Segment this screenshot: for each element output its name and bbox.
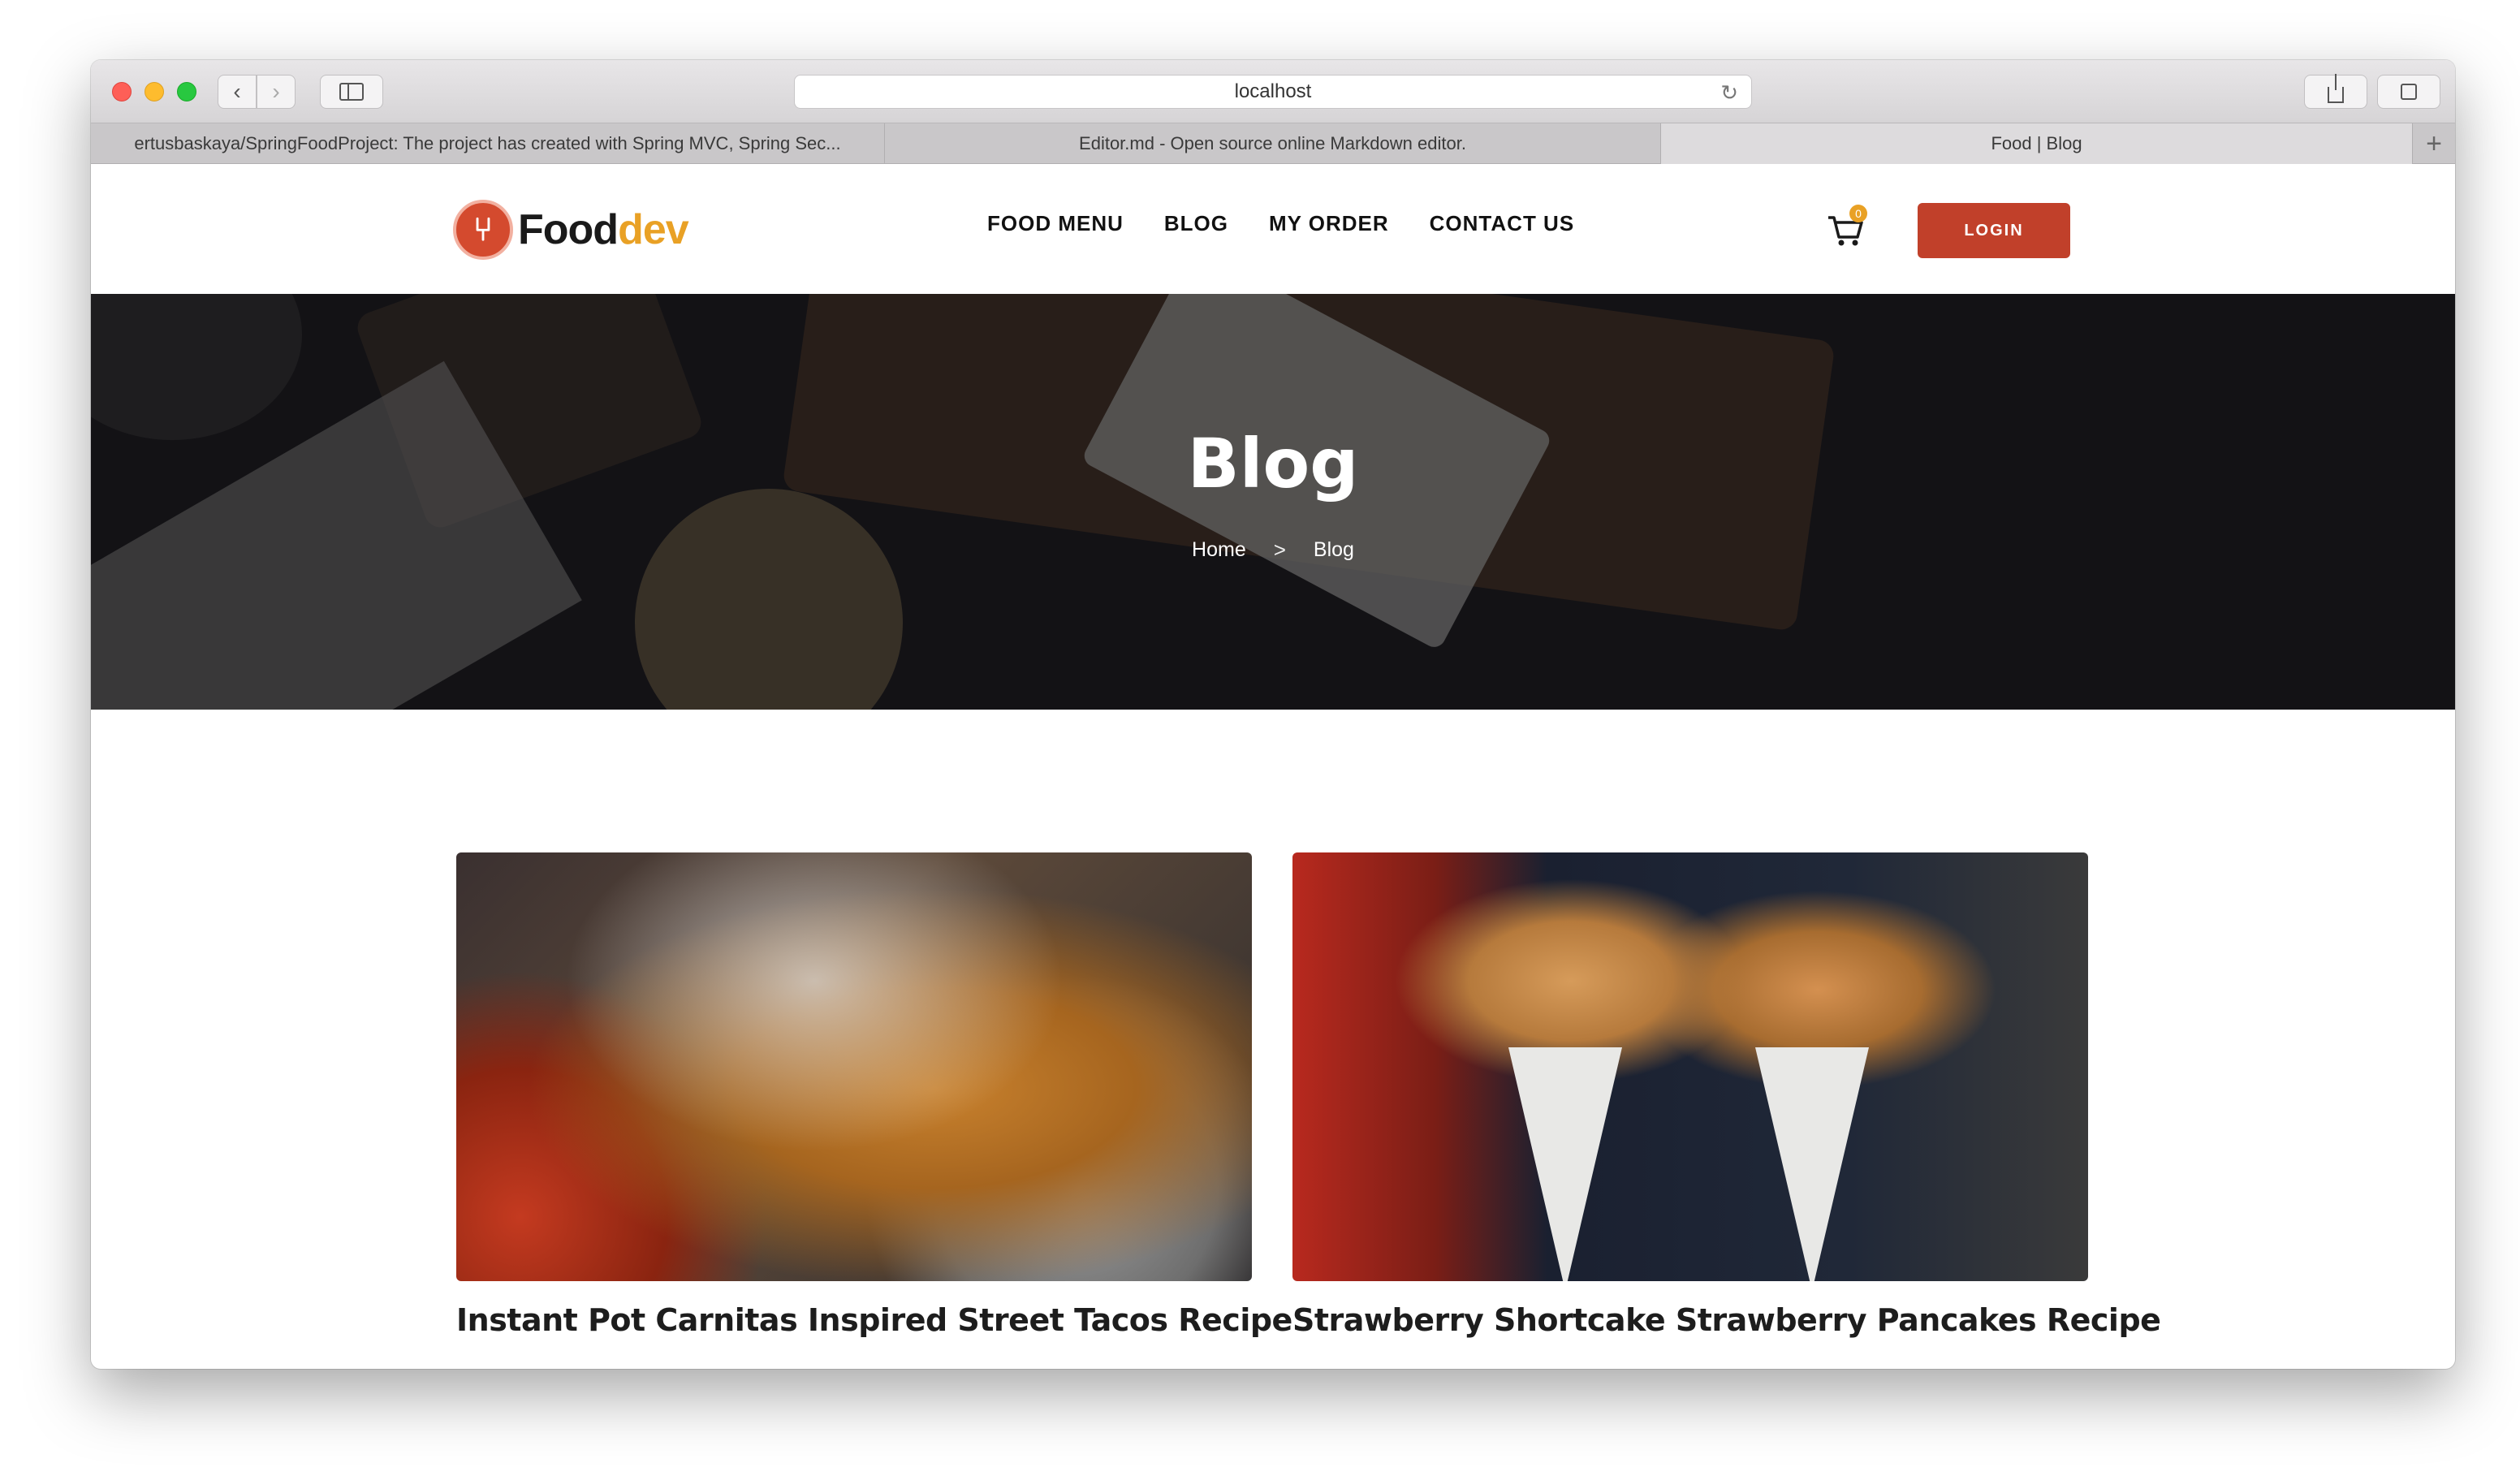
nav-contact-us[interactable]: CONTACT US <box>1430 211 1575 236</box>
back-button[interactable]: ‹ <box>218 75 257 109</box>
zoom-window-button[interactable] <box>177 82 196 101</box>
browser-tab[interactable]: Editor.md - Open source online Markdown … <box>885 123 1661 164</box>
nav-food-menu[interactable]: FOOD MENU <box>987 211 1124 236</box>
sidebar-icon <box>339 83 364 101</box>
url-text: localhost <box>1234 80 1312 102</box>
blog-post-card[interactable]: Instant Pot Carnitas Inspired Street Tac… <box>456 852 1292 1338</box>
logo-text: Fooddev <box>518 206 689 253</box>
blog-post-title[interactable]: Instant Pot Carnitas Inspired Street Tac… <box>456 1302 1292 1338</box>
page-title: Blog <box>1187 424 1359 503</box>
breadcrumb-home[interactable]: Home <box>1192 538 1246 562</box>
site-logo[interactable]: ⑂ Fooddev <box>453 200 689 260</box>
chevron-right-icon: › <box>272 79 280 104</box>
browser-titlebar: ‹ › localhost ↻ <box>91 60 2455 123</box>
address-bar[interactable]: localhost ↻ <box>794 75 1752 109</box>
page-hero: Blog Home > Blog <box>91 294 2455 710</box>
fork-spoon-icon: ⑂ <box>453 200 513 260</box>
blog-post-card[interactable]: Strawberry Shortcake Strawberry Pancakes… <box>1292 852 2161 1338</box>
new-tab-button[interactable]: + <box>2413 123 2455 164</box>
close-window-button[interactable] <box>112 82 132 101</box>
minimize-window-button[interactable] <box>145 82 164 101</box>
share-icon <box>2328 74 2344 103</box>
breadcrumb: Home > Blog <box>91 537 2455 563</box>
breadcrumb-current: Blog <box>1313 538 1354 561</box>
tabs-icon <box>2401 84 2417 100</box>
sidebar-toggle-button[interactable] <box>320 75 383 109</box>
browser-window: ‹ › localhost ↻ ertusbaskaya/SpringFoodP… <box>91 60 2455 1369</box>
main-nav: FOOD MENU BLOG MY ORDER CONTACT US <box>987 211 1574 236</box>
cart-button[interactable]: 0 <box>1825 205 1867 250</box>
chevron-right-icon: > <box>1273 537 1286 562</box>
share-button[interactable] <box>2304 74 2367 109</box>
street-food-photo[interactable] <box>456 852 1252 1281</box>
site-header: ⑂ Fooddev FOOD MENU BLOG MY ORDER CONTAC… <box>91 164 2455 294</box>
blog-post-title[interactable]: Strawberry Shortcake Strawberry Pancakes… <box>1292 1302 2161 1338</box>
chevron-left-icon: ‹ <box>233 79 241 104</box>
tab-bar: ertusbaskaya/SpringFoodProject: The proj… <box>91 123 2455 164</box>
tab-overview-button[interactable] <box>2377 75 2440 109</box>
login-button[interactable]: LOGIN <box>1918 203 2070 258</box>
browser-tab[interactable]: ertusbaskaya/SpringFoodProject: The proj… <box>91 123 885 164</box>
browser-tab-active[interactable]: Food | Blog <box>1661 123 2413 164</box>
nav-blog[interactable]: BLOG <box>1164 211 1228 236</box>
cart-count-badge: 0 <box>1849 205 1867 222</box>
nav-my-order[interactable]: MY ORDER <box>1269 211 1389 236</box>
reload-icon[interactable]: ↻ <box>1720 80 1738 106</box>
forward-button[interactable]: › <box>257 75 296 109</box>
waffle-cones-photo[interactable] <box>1292 852 2088 1281</box>
